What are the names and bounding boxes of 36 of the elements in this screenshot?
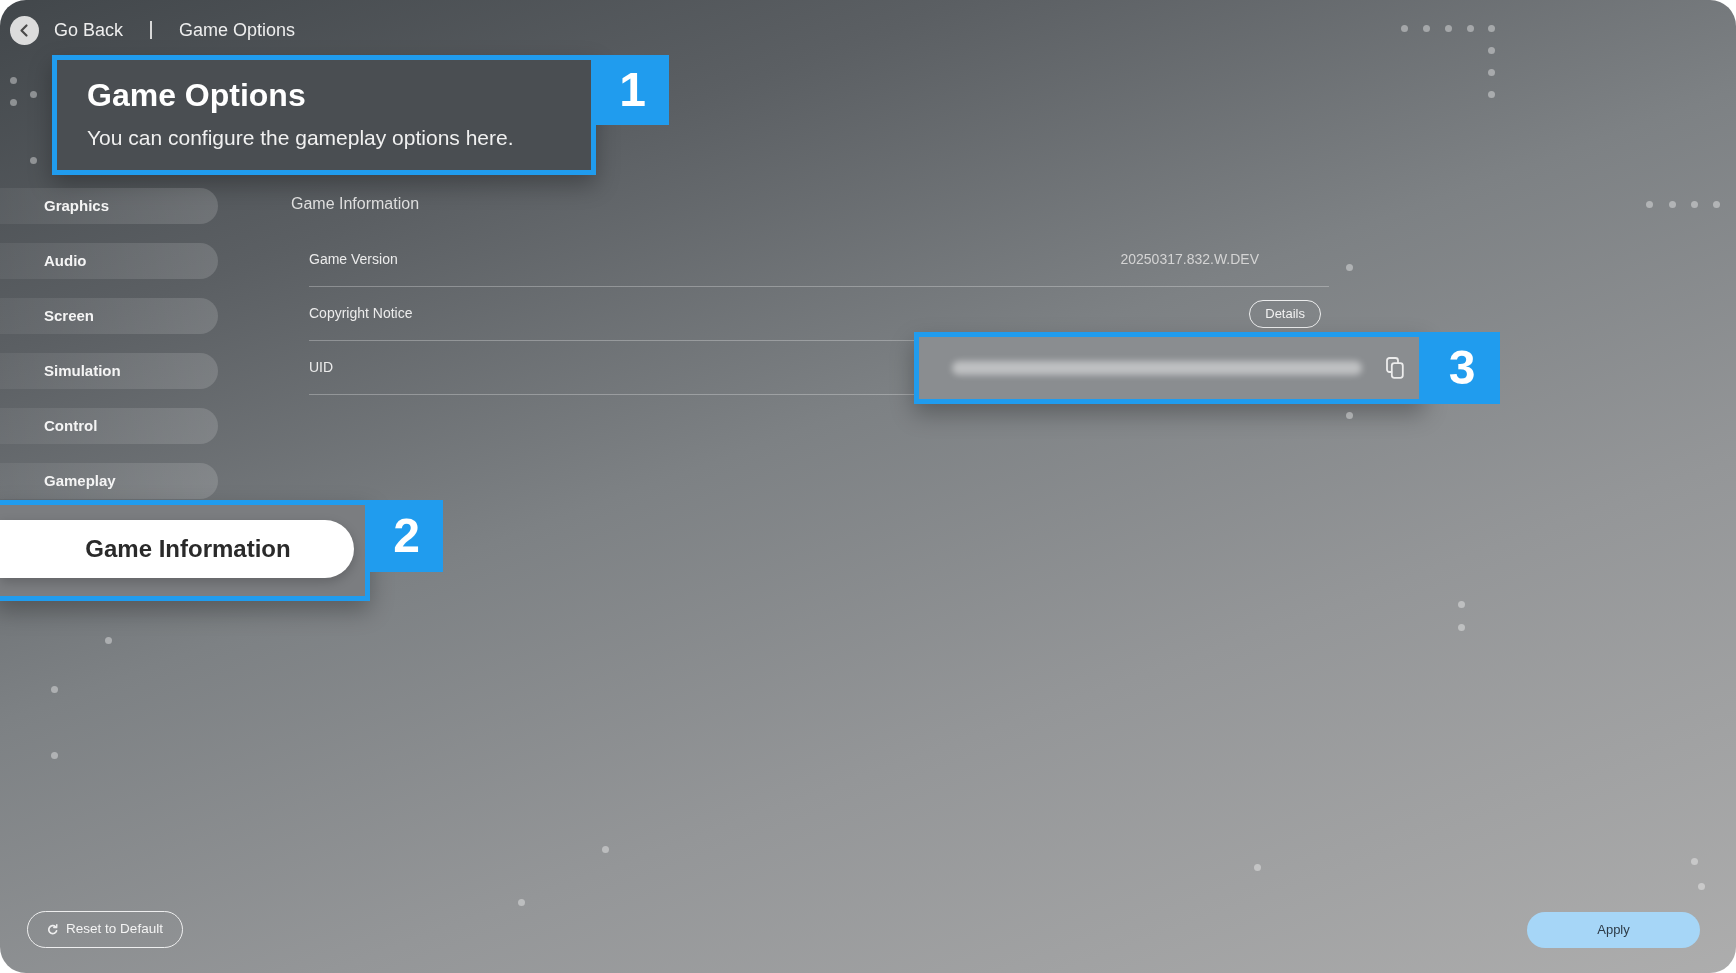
copy-icon[interactable] [1386,356,1404,379]
decorative-dot [1345,263,1353,271]
decorative-dot [517,898,525,906]
sidebar-item[interactable]: Game Information [0,520,354,578]
circular-arrow-icon[interactable] [47,924,59,935]
callout-number: 2 [370,500,443,572]
chevron-left-icon[interactable] [10,15,39,45]
setting-value: 20250317.832.W.DEV [1120,250,1259,269]
decorative-dot [104,636,112,644]
sidebar-item[interactable]: Audio [0,243,218,279]
dot-pattern [1487,46,1495,98]
sidebar-item[interactable]: Graphics [0,188,218,224]
callout-number: 3 [1424,331,1500,404]
decorative-dot [601,845,609,853]
page-subtitle: You can configure the gameplay options here. [87,124,514,150]
decorative-dot [50,685,58,693]
setting-label: Game Version [309,250,398,269]
apply-button[interactable]: Apply [1527,911,1700,948]
dot-pattern [1457,600,1465,631]
dot-pattern [9,76,37,106]
back-button[interactable]: Go Back [10,15,124,45]
callout-number: 1 [596,55,669,125]
section-heading: Game Information [291,194,420,214]
decorative-dot [1253,863,1261,871]
decorative-dot [29,156,37,164]
dot-pattern [1690,857,1705,890]
page-title: Game Options [87,76,306,115]
sidebar-item[interactable]: Simulation [0,353,218,389]
sidebar-item[interactable]: Gameplay [0,463,218,499]
breadcrumb-title: Game Options [179,18,296,42]
sidebar-item[interactable]: Control [0,408,218,444]
decorative-dot [50,751,58,759]
setting-label: Copyright Notice [309,304,413,323]
sidebar-item[interactable]: Screen [0,298,218,334]
setting-label: UID [309,358,334,377]
decorative-dot [1345,411,1353,419]
